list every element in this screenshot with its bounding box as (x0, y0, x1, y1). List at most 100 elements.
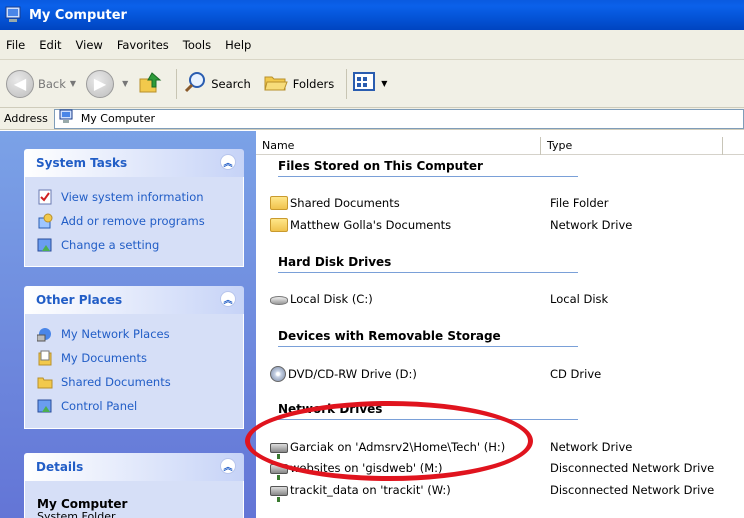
collapse-chevron-icon[interactable]: ︽ (220, 458, 236, 474)
list-item[interactable]: Matthew Golla's Documents Network Drive (270, 216, 744, 234)
control-panel-icon (37, 237, 53, 253)
collapse-chevron-icon[interactable]: ︽ (220, 154, 236, 170)
window-title: My Computer (29, 7, 127, 23)
list-item[interactable]: websites on 'gisdweb' (M:) Disconnected … (270, 459, 744, 480)
back-label: Back (38, 76, 66, 91)
system-tasks-title: System Tasks (36, 156, 128, 170)
place-label: Control Panel (61, 399, 138, 413)
item-type: Disconnected Network Drive (550, 483, 715, 497)
folders-icon (263, 71, 289, 96)
item-name: websites on 'gisdweb' (M:) (290, 461, 443, 475)
network-drive-icon (270, 464, 288, 480)
list-item[interactable]: Shared Documents File Folder (270, 194, 744, 212)
forward-arrow-icon: ▶ (86, 69, 115, 98)
task-pane: System Tasks ︽ View system information A… (0, 131, 256, 518)
group-header: Devices with Removable Storage (278, 329, 578, 347)
column-type[interactable]: Type (541, 137, 723, 155)
address-computer-icon (59, 109, 75, 128)
collapse-chevron-icon[interactable]: ︽ (220, 291, 236, 307)
list-item[interactable]: trackit_data on 'trackit' (W:) Disconnec… (270, 481, 744, 502)
details-title: Details (36, 460, 84, 474)
folder-icon (270, 218, 288, 232)
my-computer-icon (4, 5, 24, 25)
views-icon (353, 71, 377, 96)
group-header: Files Stored on This Computer (278, 159, 578, 177)
shared-folder-icon (37, 374, 53, 390)
toolbar-separator (176, 68, 178, 99)
file-list: Name Type Files Stored on This Computer … (256, 131, 744, 518)
toolbar-separator (346, 68, 348, 99)
item-name: Garciak on 'Admsrv2\Home\Tech' (H:) (290, 440, 506, 454)
forward-dropdown-icon[interactable]: ▼ (122, 79, 128, 88)
up-folder-icon (138, 69, 164, 98)
other-places-header[interactable]: Other Places ︽ (24, 286, 244, 314)
task-label: Add or remove programs (61, 214, 205, 228)
place-label: My Documents (61, 351, 147, 365)
place-my-network-places[interactable]: My Network Places (36, 322, 243, 346)
back-button[interactable]: ◀ Back ▼ (6, 69, 80, 98)
column-header: Name Type (256, 137, 744, 155)
details-header[interactable]: Details ︽ (24, 453, 244, 481)
folders-label: Folders (292, 76, 335, 91)
address-label: Address (4, 112, 48, 125)
place-shared-documents[interactable]: Shared Documents (37, 370, 243, 394)
task-add-remove-programs[interactable]: Add or remove programs (37, 209, 243, 233)
system-tasks-header[interactable]: System Tasks ︽ (24, 149, 244, 177)
toolbar: ◀ Back ▼ ▶ ▼ Search Folders ▼ (0, 60, 744, 108)
list-item[interactable]: Garciak on 'Admsrv2\Home\Tech' (H:) Netw… (270, 438, 744, 459)
item-name: DVD/CD-RW Drive (D:) (288, 367, 417, 381)
address-input[interactable]: My Computer (53, 108, 744, 129)
back-arrow-icon: ◀ (6, 69, 34, 98)
views-dropdown-icon[interactable]: ▼ (381, 79, 387, 88)
place-control-panel[interactable]: Control Panel (37, 394, 243, 418)
hard-disk-icon (270, 296, 288, 305)
menu-bar: File Edit View Favorites Tools Help (0, 30, 744, 60)
my-documents-icon (37, 350, 53, 366)
search-icon (183, 70, 207, 97)
system-tasks-body: View system information Add or remove pr… (24, 177, 244, 267)
task-change-setting[interactable]: Change a setting (37, 233, 243, 257)
task-view-system-info[interactable]: View system information (37, 185, 243, 209)
details-name: My Computer (37, 497, 128, 511)
network-drive-icon (270, 443, 288, 459)
item-name: Shared Documents (290, 196, 400, 210)
up-folder-button[interactable] (138, 69, 164, 98)
list-item[interactable]: DVD/CD-RW Drive (D:) CD Drive (270, 365, 744, 383)
item-type: CD Drive (550, 367, 602, 381)
group-header: Hard Disk Drives (278, 255, 578, 273)
menu-tools[interactable]: Tools (183, 38, 211, 52)
item-type: Disconnected Network Drive (550, 461, 715, 475)
control-panel-icon (37, 398, 53, 414)
item-name: Local Disk (C:) (290, 292, 373, 306)
place-label: Shared Documents (61, 375, 171, 389)
item-type: Local Disk (550, 292, 609, 306)
menu-edit[interactable]: Edit (39, 38, 61, 52)
column-name[interactable]: Name (256, 137, 541, 155)
menu-help[interactable]: Help (225, 38, 251, 52)
place-my-documents[interactable]: My Documents (37, 346, 243, 370)
back-dropdown-icon[interactable]: ▼ (70, 79, 76, 88)
item-type: Network Drive (550, 218, 633, 232)
item-type: File Folder (550, 196, 609, 210)
address-value: My Computer (80, 112, 155, 125)
other-places-body: My Network Places My Documents Shared Do… (24, 314, 244, 429)
views-button[interactable]: ▼ (353, 71, 391, 96)
task-label: Change a setting (61, 238, 160, 252)
item-name: Matthew Golla's Documents (290, 218, 452, 232)
menu-file[interactable]: File (6, 38, 25, 52)
network-places-icon (36, 326, 53, 342)
network-drive-icon (270, 486, 288, 502)
system-info-icon (37, 189, 53, 205)
cd-drive-icon (270, 366, 286, 382)
group-header: Network Drives (278, 402, 578, 420)
menu-favorites[interactable]: Favorites (117, 38, 169, 52)
title-bar: My Computer (0, 0, 744, 30)
list-item[interactable]: Local Disk (C:) Local Disk (270, 290, 744, 308)
search-label: Search (211, 76, 251, 91)
search-button[interactable]: Search (183, 70, 251, 97)
folders-button[interactable]: Folders (263, 71, 335, 96)
menu-view[interactable]: View (76, 38, 103, 52)
details-body: My Computer System Folder (24, 481, 244, 518)
place-label: My Network Places (61, 327, 170, 341)
forward-button[interactable]: ▶ ▼ (86, 69, 132, 98)
